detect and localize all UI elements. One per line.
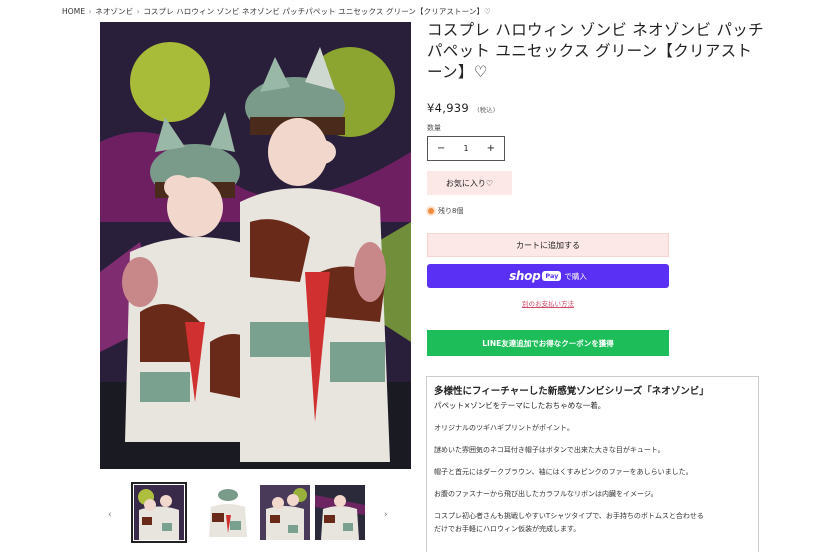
thumbnail-1[interactable] xyxy=(131,482,187,543)
breadcrumb-category[interactable]: ネオゾンビ xyxy=(95,7,133,16)
breadcrumb-home[interactable]: HOME xyxy=(62,7,85,16)
quantity-label: 数量 xyxy=(427,124,441,132)
thumbnail-image xyxy=(203,485,253,540)
product-photo xyxy=(100,22,411,469)
stock-status: 残り8個 xyxy=(428,206,463,216)
thumbnail-2[interactable] xyxy=(203,485,253,540)
thumbnail-image xyxy=(315,485,365,540)
description-paragraph: 帽子と首元にはダークブラウン、袖にはくすみピンクのファーをあしらいました。 xyxy=(434,468,693,476)
breadcrumb-separator: › xyxy=(136,7,140,16)
shoppay-button[interactable]: shop Pay で購入 xyxy=(427,264,669,288)
description-subheading: パペット×ゾンビをテーマにしたおちゃめな一着。 xyxy=(434,401,606,410)
description-paragraph: だけでお手軽にハロウィン仮装が完成します。 xyxy=(434,525,581,533)
other-payment-link[interactable]: 別のお支払い方法 xyxy=(427,298,669,308)
line-coupon-button[interactable]: LINE友達追加でお得なクーポンを獲得 xyxy=(427,330,669,356)
breadcrumb-current: コスプレ ハロウィン ゾンビ ネオゾンビ パッチパペット ユニセックス グリーン… xyxy=(143,7,491,16)
product-description: 多様性にフィーチャーした新感覚ゾンビシリーズ「ネオゾンビ」 パペット×ゾンビをテ… xyxy=(426,376,759,552)
description-paragraph: お腹のファスナーから飛び出したカラフルなリボンは内臓をイメージ。 xyxy=(434,490,658,498)
shoppay-logo: shop xyxy=(509,269,541,283)
description-paragraph: オリジナルのツギハギプリントがポイント。 xyxy=(434,424,574,432)
description-heading: 多様性にフィーチャーした新感覚ゾンビシリーズ「ネオゾンビ」 xyxy=(434,386,709,397)
thumbnail-4[interactable] xyxy=(315,485,365,540)
tax-note: (税込) xyxy=(477,106,496,114)
breadcrumb-separator: › xyxy=(88,7,92,16)
breadcrumb: HOME › ネオゾンビ › コスプレ ハロウィン ゾンビ ネオゾンビ パッチパ… xyxy=(62,6,491,17)
price-block: ¥4,939 (税込) xyxy=(427,97,495,116)
thumbnail-image xyxy=(260,485,310,540)
stock-label: 残り8個 xyxy=(438,207,464,215)
quantity-input[interactable]: 1 xyxy=(463,144,468,153)
quantity-decrease-button[interactable]: − xyxy=(437,143,445,154)
quantity-stepper: − 1 + xyxy=(427,136,505,161)
main-product-image[interactable] xyxy=(100,22,411,469)
favorite-button[interactable]: お気に入り♡ xyxy=(427,171,512,195)
thumbnail-next-arrow[interactable]: › xyxy=(384,510,388,520)
description-paragraph: 謎めいた雰囲気のネコ耳付き帽子はボタンで出来た大きな目がキュート。 xyxy=(434,446,665,454)
product-price: ¥4,939 xyxy=(427,101,470,115)
add-to-cart-button[interactable]: カートに追加する xyxy=(427,233,669,257)
description-paragraph: コスプレ初心者さんも挑戦しやすいTシャツタイプで、お手持ちのボトムスと合わせる xyxy=(434,512,704,520)
shoppay-pay-badge: Pay xyxy=(542,271,562,281)
stock-indicator-icon xyxy=(428,208,434,214)
thumbnail-prev-arrow[interactable]: ‹ xyxy=(108,510,112,520)
quantity-increase-button[interactable]: + xyxy=(487,143,495,154)
thumbnail-3[interactable] xyxy=(260,485,310,540)
shoppay-buy-label: で購入 xyxy=(564,271,587,281)
product-title: コスプレ ハロウィン ゾンビ ネオゾンビ パッチパペット ユニセックス グリーン… xyxy=(427,21,764,81)
thumbnail-image xyxy=(134,485,184,540)
